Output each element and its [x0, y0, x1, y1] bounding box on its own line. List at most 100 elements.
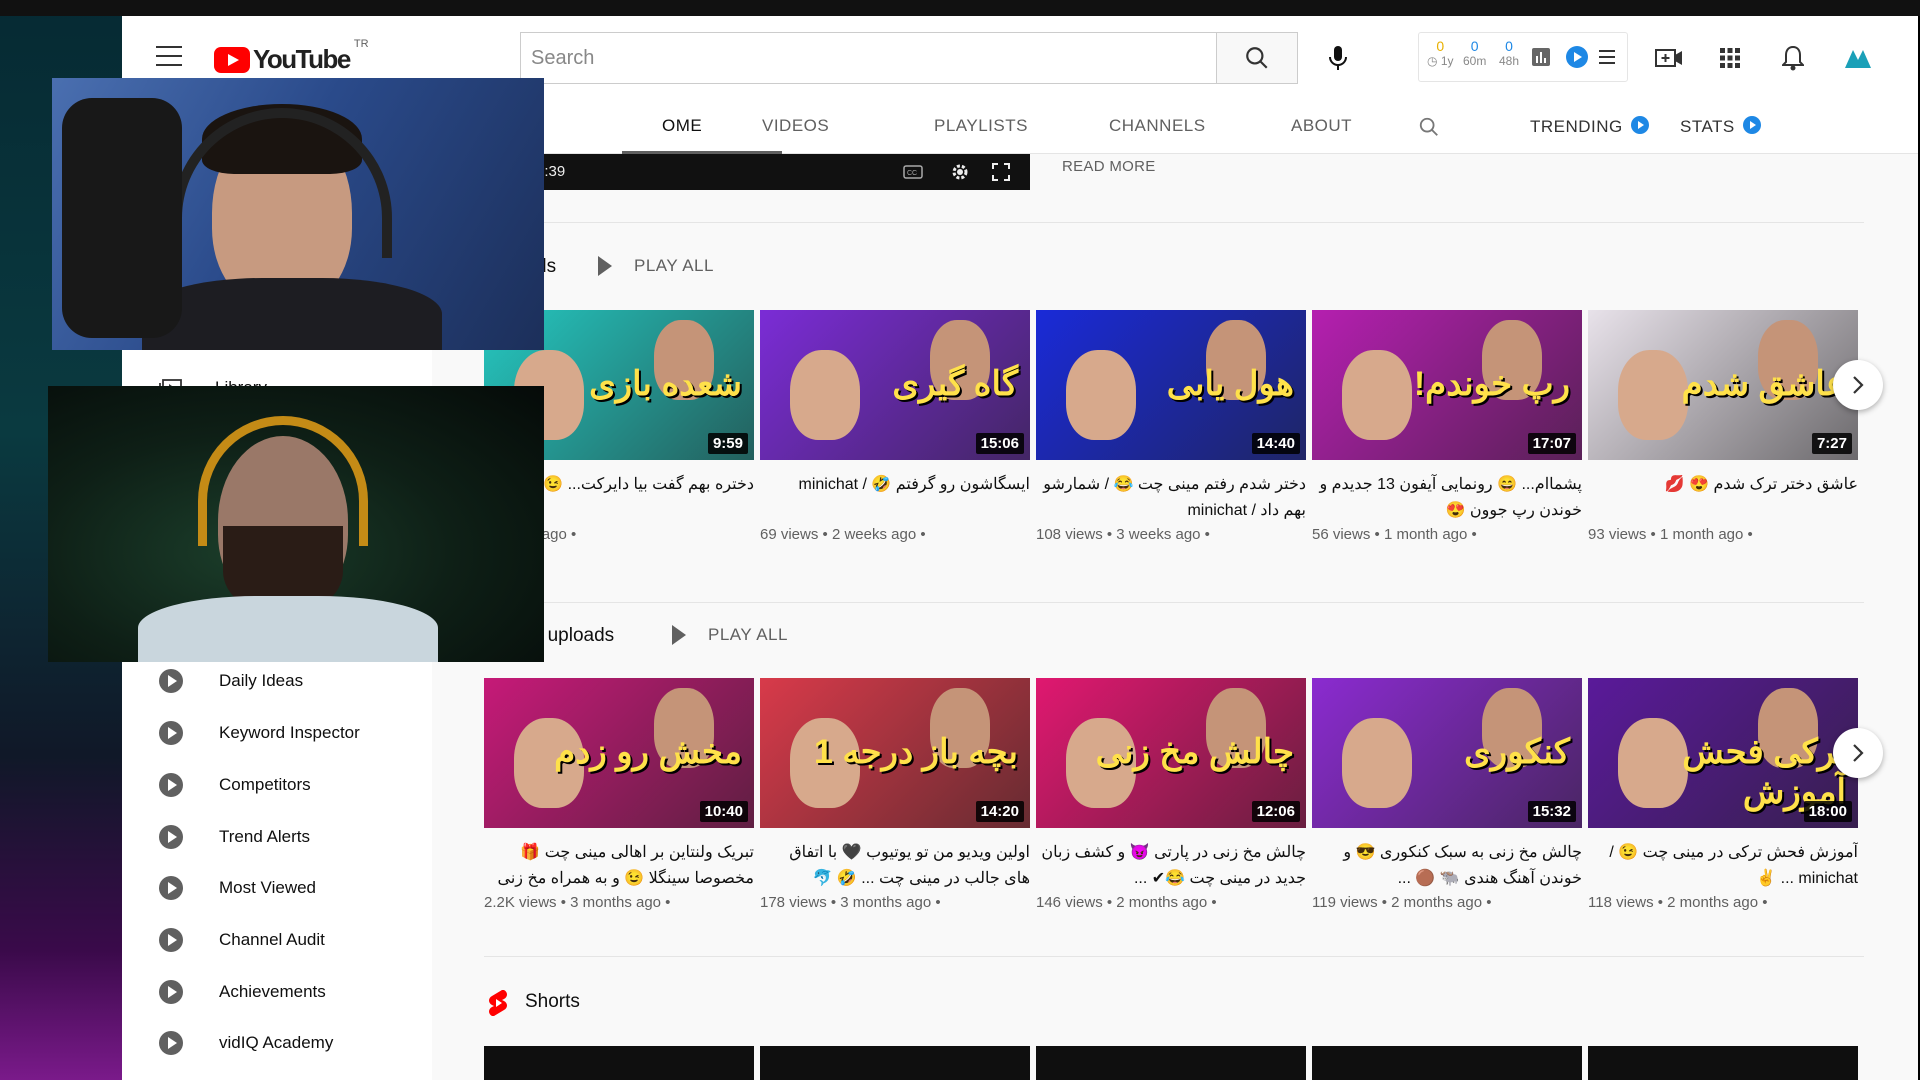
notifications-bell-icon[interactable]	[1780, 44, 1806, 72]
next-arrow-button[interactable]	[1833, 728, 1883, 778]
create-video-icon[interactable]	[1654, 44, 1684, 72]
video-card[interactable]: گاه گیری 15:06 ایسگاشون رو گرفتم 🤣 / minic…	[760, 310, 1030, 543]
video-title[interactable]: اولین ویدیو من تو یوتیوب 🖤 با اتفاق های …	[760, 840, 1030, 892]
country-code: TR	[353, 38, 369, 50]
fullscreen-icon[interactable]	[990, 161, 1012, 183]
short-thumbnail[interactable]	[1036, 1046, 1306, 1080]
sidebar-item-vidiq-academy[interactable]: vidIQ Academy	[122, 1019, 432, 1067]
video-thumbnail[interactable]: چالش مخ زنی 12:06	[1036, 678, 1306, 828]
video-thumbnail[interactable]: عاشق شدم 7:27	[1588, 310, 1858, 460]
video-thumbnail[interactable]: بچه باز درجه 1 14:20	[760, 678, 1030, 828]
video-thumbnail[interactable]: ترکی فحش آموزش 18:00	[1588, 678, 1858, 828]
sidebar-item-label: Achievements	[219, 982, 326, 1001]
video-thumbnail[interactable]: گاه گیری 15:06	[760, 310, 1030, 460]
sidebar-item-label: Competitors	[219, 775, 311, 794]
vidiq-play-icon	[159, 1031, 183, 1055]
divider	[484, 602, 1864, 603]
thumbnail-caption: ترکی فحش آموزش	[1682, 733, 1846, 811]
sidebar-item-channel-audit[interactable]: Channel Audit	[122, 916, 432, 964]
video-card[interactable]: هول یابی 14:40 دختر شدم رفتم مینی چت 😂 / ش…	[1036, 310, 1306, 543]
video-duration: 7:27	[1811, 433, 1852, 454]
video-card[interactable]: مخش رو زدم 10:40 تبریک ولنتاین بر اهالی می…	[484, 678, 754, 911]
channel-avatar[interactable]	[1840, 42, 1876, 74]
divider	[484, 956, 1864, 957]
short-thumbnail[interactable]	[1312, 1046, 1582, 1080]
search-button[interactable]	[1216, 32, 1298, 84]
video-card[interactable]: کنکوری 15:32 چالش مخ زنی به سبک کنکوری 😎 و…	[1312, 678, 1582, 911]
video-title[interactable]: تبریک ولنتاین بر اهالی مینی چت 🎁 مخصوصا …	[484, 840, 755, 892]
read-more-link[interactable]: READ MORE	[1062, 158, 1156, 175]
sidebar-item-label: Daily Ideas	[219, 671, 304, 690]
thumbnail-caption: بچه باز درجه 1	[814, 733, 1018, 771]
menu-icon[interactable]	[156, 46, 182, 66]
video-title[interactable]: چالش مخ زنی در پارتی 😈 و کشف زبان جدید د…	[1036, 840, 1306, 892]
tab-channels[interactable]: CHANNELS	[1109, 116, 1206, 136]
shorts-shelf-title[interactable]: Shorts	[525, 991, 580, 1013]
video-card[interactable]: عاشق شدم 7:27 عاشق دختر ترک شدم 😍 💋 93 view…	[1588, 310, 1858, 543]
bar-chart-icon[interactable]	[1531, 47, 1551, 67]
video-title[interactable]: پشماام... 😄 رونمایی آیفون 13 جدیدم و خون…	[1312, 472, 1582, 524]
youtube-logo[interactable]: YouTube TR	[214, 38, 369, 75]
thumbnail-caption: رپ خوندم!	[1413, 365, 1570, 403]
tab-about[interactable]: ABOUT	[1291, 116, 1352, 136]
video-thumbnail[interactable]: کنکوری 15:32	[1312, 678, 1582, 828]
video-thumbnail[interactable]: مخش رو زدم 10:40	[484, 678, 754, 828]
search-input[interactable]: Search	[520, 32, 1216, 84]
shelf-title[interactable]: r uploads	[536, 625, 614, 647]
vidiq-logo-icon[interactable]	[1565, 45, 1589, 69]
sidebar-item-label: vidIQ Academy	[219, 1033, 334, 1052]
video-title[interactable]: دختر شدم رفتم مینی چت 😂 / شمارشو بهم داد…	[1036, 472, 1306, 524]
next-arrow-button[interactable]	[1833, 360, 1883, 410]
sidebar-item-achievements[interactable]: Achievements	[122, 968, 432, 1016]
apps-grid-icon[interactable]	[1718, 46, 1742, 70]
video-card[interactable]: ترکی فحش آموزش 18:00 آموزش فحش ترکی در مین…	[1588, 678, 1858, 911]
vidiq-play-icon	[159, 825, 183, 849]
video-card[interactable]: رپ خوندم! 17:07 پشماام... 😄 رونمایی آیفون …	[1312, 310, 1582, 543]
tab-playlists[interactable]: PLAYLISTS	[934, 116, 1028, 136]
video-title[interactable]: عاشق دختر ترک شدم 😍 💋	[1588, 472, 1858, 524]
person-shirt	[138, 596, 438, 662]
list-icon[interactable]	[1597, 47, 1617, 67]
video-thumbnail[interactable]: رپ خوندم! 17:07	[1312, 310, 1582, 460]
play-all-button[interactable]: PLAY ALL	[672, 625, 788, 645]
settings-gear-icon[interactable]	[949, 161, 971, 183]
video-title[interactable]: آموزش فحش ترکی در مینی چت 😉 / minichat .…	[1588, 840, 1858, 892]
tab-stats[interactable]: STATS	[1680, 116, 1761, 137]
captions-icon[interactable]: CC	[902, 164, 924, 180]
sidebar-item-competitors[interactable]: Competitors	[122, 761, 432, 809]
short-thumbnail[interactable]	[760, 1046, 1030, 1080]
video-meta: 69 views • 2 weeks ago •	[760, 526, 926, 543]
video-title[interactable]: ایسگاشون رو گرفتم 🤣 / minichat	[760, 472, 1031, 524]
short-thumbnail[interactable]	[1588, 1046, 1858, 1080]
tab-home[interactable]: OME	[662, 116, 702, 136]
svg-text:CC: CC	[907, 170, 917, 177]
video-meta: 56 views • 1 month ago •	[1312, 526, 1477, 543]
video-card[interactable]: بچه باز درجه 1 14:20 اولین ویدیو من تو یوت…	[760, 678, 1030, 911]
thumbnail-caption: عاشق شدم	[1681, 365, 1846, 403]
sidebar-item-label: Channel Audit	[219, 930, 325, 949]
play-all-button[interactable]: PLAY ALL	[598, 256, 714, 276]
short-thumbnail[interactable]	[484, 1046, 754, 1080]
thumbnail-caption: شعده بازی	[589, 365, 742, 403]
sidebar-item-label: Trend Alerts	[219, 827, 311, 846]
video-thumbnail[interactable]: هول یابی 14:40	[1036, 310, 1306, 460]
voice-search-button[interactable]	[1322, 42, 1354, 74]
video-card[interactable]: چالش مخ زنی 12:06 چالش مخ زنی در پارتی 😈 و…	[1036, 678, 1306, 911]
sidebar-item-trend-alerts[interactable]: Trend Alerts	[122, 813, 432, 861]
headphones	[198, 416, 368, 546]
vidiq-badge-icon	[1742, 116, 1761, 134]
tab-trending[interactable]: TRENDING	[1530, 116, 1649, 137]
video-meta: 108 views • 3 weeks ago •	[1036, 526, 1210, 543]
sidebar-item-most-viewed[interactable]: Most Viewed	[122, 864, 432, 912]
thumbnail-caption: چالش مخ زنی	[1095, 733, 1294, 771]
screen-top-bar	[0, 0, 1920, 16]
thumbnail-person	[1342, 350, 1412, 440]
sidebar-item-keyword-inspector[interactable]: Keyword Inspector	[122, 709, 432, 757]
sidebar-item-daily-ideas[interactable]: Daily Ideas	[122, 657, 432, 705]
video-title[interactable]: چالش مخ زنی به سبک کنکوری 😎 و خوندن آهنگ…	[1312, 840, 1582, 892]
tab-videos[interactable]: VIDEOS	[762, 116, 829, 136]
sidebar-item-label: Most Viewed	[219, 878, 317, 897]
divider	[484, 222, 1864, 223]
channel-search-icon[interactable]	[1416, 114, 1442, 140]
vidiq-stats-widget[interactable]: 0 ◷ 1y 0 60m 0 48h	[1418, 32, 1628, 82]
